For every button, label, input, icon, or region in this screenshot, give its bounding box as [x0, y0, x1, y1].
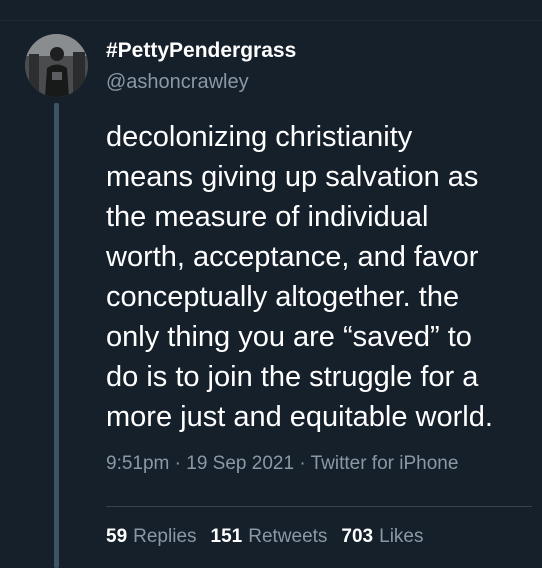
tweet-text-line: conceptually altogether. the	[106, 281, 460, 313]
replies-label: Replies	[133, 526, 197, 547]
meta-separator: ·	[299, 453, 306, 474]
likes-label: Likes	[379, 526, 424, 547]
user-handle[interactable]: @ashoncrawley	[106, 70, 249, 94]
likes-count: 703	[341, 526, 374, 547]
top-divider	[0, 20, 542, 21]
tweet-text-line: only thing you are “saved” to	[106, 321, 472, 353]
retweets-label: Retweets	[248, 526, 328, 547]
tweet-text-line: the measure of individual	[106, 201, 429, 233]
stats-divider	[106, 506, 532, 507]
profile-photo-icon	[25, 34, 88, 97]
display-name[interactable]: #PettyPendergrass	[106, 38, 296, 64]
tweet-page: #PettyPendergrass @ashoncrawley decoloni…	[0, 0, 542, 568]
avatar[interactable]	[25, 34, 88, 97]
retweets-count: 151	[210, 526, 243, 547]
tweet-text-line: means giving up salvation as	[106, 161, 479, 193]
meta-separator: ·	[174, 453, 181, 474]
replies-stat[interactable]: 59 Replies	[106, 525, 197, 549]
tweet-source[interactable]: Twitter for iPhone	[311, 453, 459, 474]
thread-line	[54, 103, 59, 568]
tweet-time[interactable]: 9:51pm	[106, 453, 169, 474]
tweet-text-line: worth, acceptance, and favor	[106, 241, 479, 273]
tweet-date[interactable]: 19 Sep 2021	[186, 453, 294, 474]
replies-count: 59	[106, 526, 128, 547]
tweet-metadata: 9:51pm · 19 Sep 2021 · Twitter for iPhon…	[106, 452, 458, 476]
tweet-text-line: do is to join the struggle for a	[106, 361, 479, 393]
retweets-stat[interactable]: 151 Retweets	[211, 525, 328, 549]
tweet-stats: 59 Replies 151 Retweets 703 Likes	[106, 525, 437, 549]
tweet-text: decolonizing christianity means giving u…	[106, 117, 538, 437]
likes-stat[interactable]: 703 Likes	[341, 525, 423, 549]
tweet-text-line: more just and equitable world.	[106, 401, 493, 433]
tweet-text-line: decolonizing christianity	[106, 121, 413, 153]
